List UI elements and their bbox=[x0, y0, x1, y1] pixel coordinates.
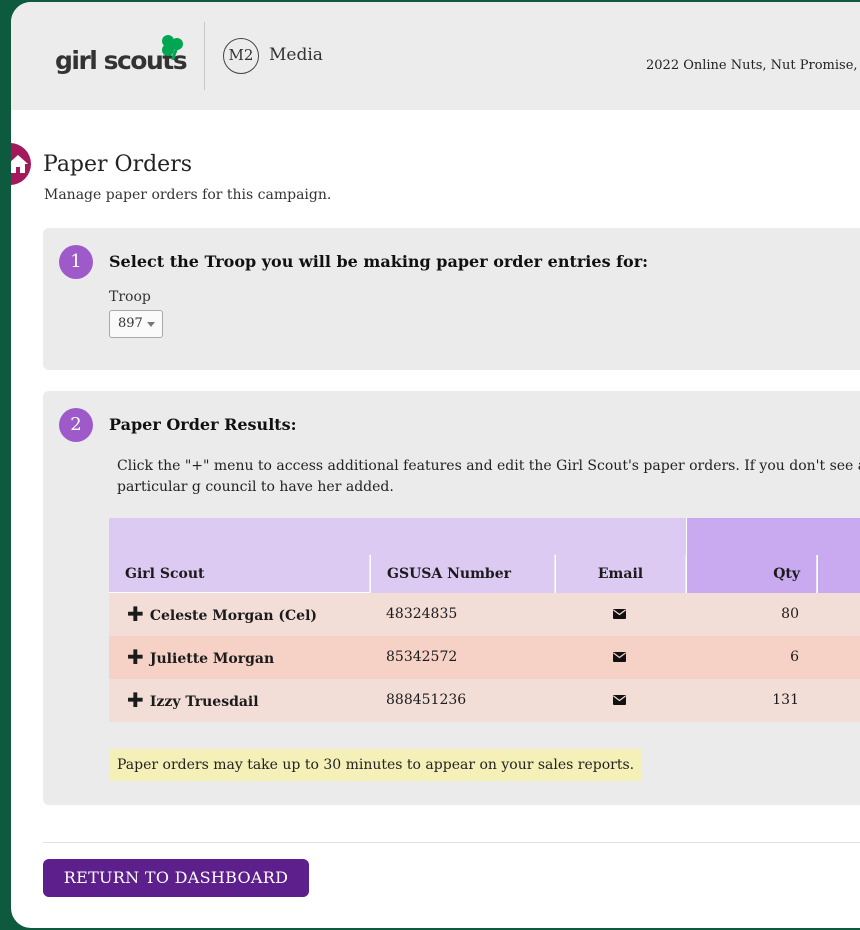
step-number-badge: 1 bbox=[59, 245, 93, 279]
qty-group-header bbox=[686, 518, 860, 555]
header: girl scouts M2 Media 2022 Online Nuts, N… bbox=[11, 2, 860, 110]
gsusa-number: 48324835 bbox=[386, 606, 458, 622]
scout-name[interactable]: Izzy Truesdail bbox=[150, 694, 259, 710]
header-divider bbox=[204, 22, 205, 90]
table-row: ✚ Celeste Morgan (Cel) 48324835 80 bbox=[109, 593, 860, 636]
gsusa-number: 888451236 bbox=[386, 692, 467, 708]
caret-down-icon bbox=[147, 322, 155, 327]
home-button[interactable] bbox=[11, 143, 31, 185]
troop-select[interactable]: 897 bbox=[109, 310, 163, 338]
instructions-text: Click the "+" menu to access additional … bbox=[117, 458, 860, 495]
table-header-row: Girl Scout GSUSA Number Email Qty bbox=[109, 555, 860, 593]
return-to-dashboard-button[interactable]: RETURN TO DASHBOARD bbox=[43, 859, 309, 897]
gsusa-number: 85342572 bbox=[386, 649, 458, 665]
column-header-extra bbox=[817, 555, 860, 593]
scout-name[interactable]: Juliette Morgan bbox=[150, 651, 274, 667]
scout-name[interactable]: Celeste Morgan (Cel) bbox=[150, 608, 317, 624]
envelope-icon[interactable] bbox=[613, 651, 626, 662]
media-logo-text: Media bbox=[269, 45, 323, 65]
column-header-gsusa[interactable]: GSUSA Number bbox=[370, 555, 554, 593]
campaign-name: 2022 Online Nuts, Nut Promise, Pap bbox=[646, 58, 860, 73]
column-header-qty[interactable]: Qty bbox=[686, 555, 816, 593]
table-row: ✚ Juliette Morgan 85342572 6 bbox=[109, 636, 860, 679]
envelope-icon[interactable] bbox=[613, 694, 626, 705]
page-title: Paper Orders bbox=[43, 152, 193, 177]
orders-table: Girl Scout GSUSA Number Email Qty ✚ Cele… bbox=[109, 518, 860, 722]
troop-select-panel: 1 Select the Troop you will be making pa… bbox=[43, 228, 860, 370]
envelope-icon[interactable] bbox=[613, 608, 626, 619]
table-group-header bbox=[109, 518, 860, 555]
app-window: girl scouts M2 Media 2022 Online Nuts, N… bbox=[11, 2, 860, 928]
table-row: ✚ Izzy Truesdail 888451236 131 bbox=[109, 679, 860, 722]
column-header-email[interactable]: Email bbox=[555, 555, 685, 593]
info-note: Paper orders may take up to 30 minutes t… bbox=[109, 749, 643, 781]
troop-label: Troop bbox=[109, 289, 151, 305]
qty-value: 6 bbox=[790, 649, 799, 665]
troop-select-value: 897 bbox=[118, 316, 143, 331]
section-divider bbox=[43, 842, 860, 843]
expand-plus-icon[interactable]: ✚ bbox=[127, 593, 145, 636]
qty-value: 131 bbox=[772, 692, 799, 708]
trefoil-logo-icon bbox=[162, 35, 183, 60]
step-title: Select the Troop you will be making pape… bbox=[109, 252, 649, 271]
step-title: Paper Order Results: bbox=[109, 415, 297, 434]
results-panel: 2 Paper Order Results: Click the "+" men… bbox=[43, 391, 860, 805]
expand-plus-icon[interactable]: ✚ bbox=[127, 679, 145, 722]
m2-logo: M2 bbox=[223, 38, 259, 74]
step-number-badge: 2 bbox=[59, 408, 93, 442]
page-subtitle: Manage paper orders for this campaign. bbox=[44, 187, 332, 203]
expand-plus-icon[interactable]: ✚ bbox=[127, 636, 145, 679]
home-icon bbox=[11, 155, 28, 173]
column-header-girl-scout[interactable]: Girl Scout bbox=[109, 555, 369, 593]
qty-value: 80 bbox=[781, 606, 799, 622]
